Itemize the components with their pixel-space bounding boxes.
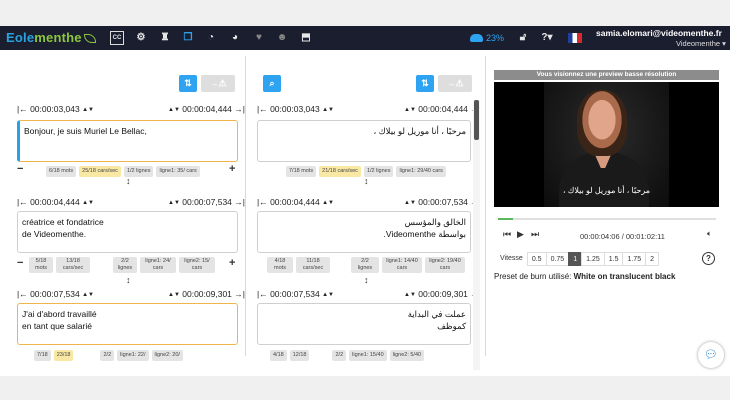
- end-time[interactable]: ▲▼ 00:00:09,301 →: [404, 289, 479, 299]
- subtitle-line: الخالق والمؤسس: [404, 217, 466, 227]
- brand-part-a: Eole: [6, 30, 35, 45]
- start-time[interactable]: |← 00:00:03,043 ▲▼: [17, 104, 94, 114]
- scrollbar-track[interactable]: [473, 100, 480, 370]
- subtitle-text-box[interactable]: J'ai d'abord travaillé en tant que salari…: [17, 303, 238, 345]
- subtitle-stats: 5/18 mots13/18 cars/sec2/2 lignesligne1:…: [29, 257, 218, 273]
- start-time[interactable]: |← 00:00:07,534 ▲▼: [17, 289, 94, 299]
- speed-option-selected[interactable]: 1: [568, 252, 583, 266]
- binoculars-icon[interactable]: ♜: [158, 31, 172, 45]
- preset-label: Preset de burn utilisé:: [494, 272, 574, 281]
- subtitle-line: كموظف: [437, 321, 466, 331]
- play-icon[interactable]: ▶: [517, 229, 524, 240]
- user-org[interactable]: Videomenthe ▾: [676, 39, 726, 48]
- volume-icon[interactable]: 🔈︎: [707, 229, 712, 239]
- users-icon[interactable]: ☻: [275, 31, 289, 45]
- settings-icon[interactable]: ⚙: [134, 31, 148, 45]
- split-arrows-icon[interactable]: ↕: [126, 176, 131, 186]
- add-subtitle-button[interactable]: +: [229, 257, 235, 269]
- subtitle-stats: 4/18 mots11/18 cars/sec2/2 lignesligne1:…: [267, 257, 468, 273]
- end-time[interactable]: ▲▼ 00:00:07,534 →: [404, 197, 479, 207]
- search-icon[interactable]: ⌕: [263, 75, 281, 92]
- start-time[interactable]: |← 00:00:03,043 ▲▼: [257, 104, 334, 114]
- app-root: Eolementhe CC ⚙ ♜ ❐ ◔ ◕ ♥ ☻ ⬒ 23% 🔓︎ ?▾ …: [0, 0, 730, 400]
- panel-divider: [485, 56, 486, 356]
- copy-icon[interactable]: ❐: [181, 31, 195, 45]
- add-subtitle-button[interactable]: +: [229, 163, 235, 175]
- burned-caption: مرحبًا ، أنا موريل لو بيلاك ،: [562, 186, 651, 195]
- burn-preset: Preset de burn utilisé: White on translu…: [494, 272, 675, 281]
- language-flag-icon[interactable]: [568, 33, 582, 43]
- subtitle-line: en tant que salarié: [22, 321, 92, 331]
- help-icon[interactable]: ?: [702, 252, 715, 265]
- speed-option[interactable]: 1.5: [603, 252, 624, 266]
- subtitle-line: J'ai d'abord travaillé: [22, 309, 97, 319]
- preset-value: White on translucent black: [573, 272, 676, 281]
- start-time[interactable]: |← 00:00:04,444 ▲▼: [257, 197, 334, 207]
- split-arrows-icon[interactable]: ↕: [364, 275, 369, 285]
- subtitle-text-box[interactable]: créatrice et fondatrice de Videomenthe.: [17, 211, 238, 253]
- video-progress-fill: [498, 218, 514, 220]
- export-icon[interactable]: ⬒: [299, 31, 313, 45]
- help-menu-icon[interactable]: ?▾: [540, 31, 554, 45]
- speed-option[interactable]: 2: [645, 252, 659, 266]
- subtitle-text-box[interactable]: Bonjour, je suis Muriel Le Bellac,: [17, 120, 238, 162]
- nav-bar: Eolementhe CC ⚙ ♜ ❐ ◔ ◕ ♥ ☻ ⬒ 23% 🔓︎ ?▾ …: [0, 26, 730, 50]
- video-progress-bar[interactable]: [498, 218, 716, 220]
- scrollbar-thumb[interactable]: [474, 100, 479, 140]
- user-email[interactable]: samia.elomari@videomenthe.fr: [596, 28, 722, 38]
- speaker-head: [577, 90, 627, 156]
- timecode: 00:00:04:06 / 00:01:02:11: [580, 232, 665, 241]
- split-arrows-icon[interactable]: ↕: [364, 176, 369, 186]
- cloud-icon: [470, 34, 483, 42]
- translated-subtitle-box[interactable]: الخالق والمؤسس بواسطة Videomenthe.: [257, 211, 471, 253]
- subtitle-line: créatrice et fondatrice: [22, 217, 104, 227]
- brand-part-b: menthe: [34, 30, 82, 45]
- subtitle-stats: 6/18 mots 25/18 cars/sec 1/2 lignes ligne1:…: [46, 166, 203, 177]
- start-time[interactable]: |← 00:00:04,444 ▲▼: [17, 197, 94, 207]
- subtitle-line: بواسطة Videomenthe.: [383, 229, 466, 239]
- subtitle-line: مرحبًا ، أنا موريل لو بيلاك ،: [373, 126, 466, 136]
- brand-logo[interactable]: Eolementhe: [6, 30, 96, 45]
- speed-option[interactable]: 1.75: [622, 252, 647, 266]
- speed-selector: Vitesse 0.5 0.75 1 1.25 1.5 1.75 2: [498, 252, 659, 266]
- translated-subtitle-box[interactable]: عملت في البداية كموظف: [257, 303, 471, 345]
- split-arrows-icon[interactable]: ↕: [126, 275, 131, 285]
- preview-title: Vous visionnez une preview basse résolut…: [494, 70, 719, 80]
- warning-next-button[interactable]: →⚠: [201, 75, 235, 92]
- column-divider: [245, 56, 246, 356]
- remove-subtitle-button[interactable]: −: [17, 257, 23, 269]
- storage-percent: 23%: [486, 33, 505, 43]
- subtitle-line: عملت في البداية: [407, 309, 466, 319]
- subtitle-stats: 4/18 12/18 2/2 ligne1: 15/40 ligne2: 5/40: [270, 350, 427, 361]
- end-time[interactable]: ▲▼ 00:00:09,301 →|: [168, 289, 245, 299]
- start-time[interactable]: |← 00:00:07,534 ▲▼: [257, 289, 334, 299]
- dashboard-icon[interactable]: ◔: [204, 31, 218, 45]
- subtitle-stats: 7/18 23/18 2/2 ligne1: 22/ligne2: 20/: [34, 350, 186, 361]
- browser-bottom: [0, 376, 730, 400]
- unlock-icon[interactable]: 🔓︎: [516, 31, 530, 45]
- skip-forward-icon[interactable]: ⏭: [531, 229, 539, 240]
- warning-next-button-right[interactable]: →⚠: [438, 75, 472, 92]
- cc-icon[interactable]: CC: [110, 31, 124, 45]
- speed-label: Vitesse: [498, 252, 528, 266]
- remove-subtitle-button[interactable]: −: [17, 163, 23, 175]
- speed-option[interactable]: 0.5: [526, 252, 547, 266]
- subtitle-line: Bonjour, je suis Muriel Le Bellac,: [24, 126, 147, 136]
- video-player[interactable]: مرحبًا ، أنا موريل لو بيلاك ،: [494, 82, 719, 207]
- user-org-label: Videomenthe: [676, 39, 721, 48]
- subtitle-line: de Videomenthe.: [22, 229, 87, 239]
- translate-icon[interactable]: ⇅: [179, 75, 197, 92]
- chat-icon[interactable]: 💬︎: [698, 342, 724, 368]
- end-time[interactable]: ▲▼ 00:00:04,444 →: [404, 104, 479, 114]
- heart-icon[interactable]: ♥: [252, 31, 266, 45]
- end-time[interactable]: ▲▼ 00:00:04,444 →|: [168, 104, 245, 114]
- speed-option[interactable]: 1.25: [581, 252, 605, 266]
- speed-option[interactable]: 0.75: [545, 252, 570, 266]
- pie-chart-icon[interactable]: ◕: [228, 31, 242, 45]
- leaf-icon: [83, 34, 96, 43]
- skip-back-icon[interactable]: ⏮: [503, 229, 511, 240]
- translate-icon-right[interactable]: ⇅: [416, 75, 434, 92]
- translated-subtitle-box[interactable]: مرحبًا ، أنا موريل لو بيلاك ،: [257, 120, 471, 162]
- end-time[interactable]: ▲▼ 00:00:07,534 →|: [168, 197, 245, 207]
